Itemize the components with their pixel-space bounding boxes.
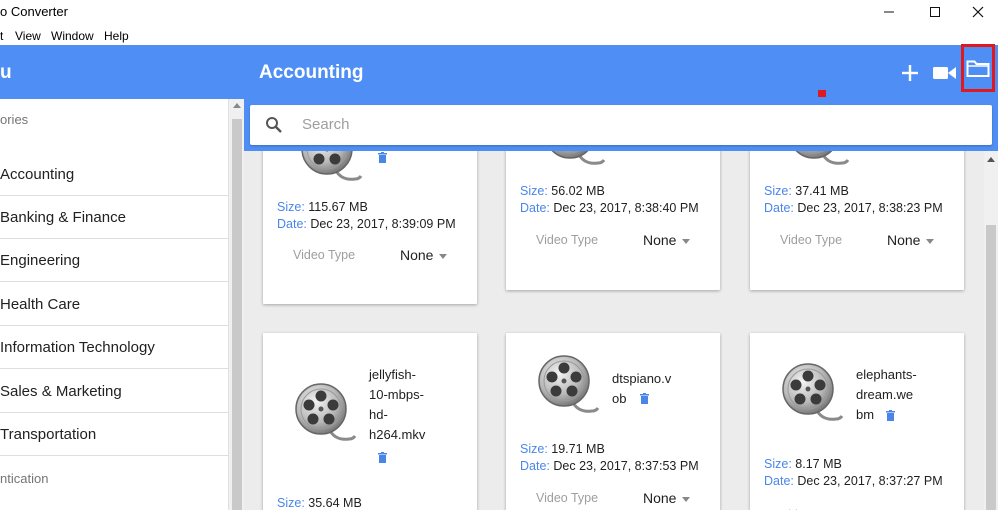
content-scrollbar[interactable] xyxy=(984,151,998,510)
video-card[interactable]: Size: 37.41 MB Date: Dec 23, 2017, 8:38:… xyxy=(750,151,964,290)
delete-icon[interactable] xyxy=(378,452,387,463)
film-reel-icon xyxy=(293,381,357,445)
film-reel-icon xyxy=(536,353,600,417)
delete-icon[interactable] xyxy=(886,410,895,421)
file-name: dtspiano.v ob xyxy=(612,371,672,406)
video-type-select[interactable]: None xyxy=(643,232,691,248)
sidebar-header: u xyxy=(0,45,244,99)
scroll-up-arrow-icon[interactable] xyxy=(987,157,995,162)
minimize-button[interactable] xyxy=(866,0,912,24)
folder-icon xyxy=(966,60,990,77)
dropdown-caret-icon xyxy=(439,253,448,259)
file-date: Date: Dec 23, 2017, 8:37:27 PM xyxy=(764,474,943,488)
sidebar-scroll-thumb[interactable] xyxy=(232,119,242,510)
file-date: Date: Dec 23, 2017, 8:39:09 PM xyxy=(277,217,456,231)
file-date: Date: Dec 23, 2017, 8:37:53 PM xyxy=(520,459,699,473)
maximize-icon xyxy=(930,7,940,17)
video-card[interactable]: Size: 56.02 MB Date: Dec 23, 2017, 8:38:… xyxy=(506,151,720,290)
video-type-label: Video Type xyxy=(536,491,599,505)
menu-bar: t View Window Help xyxy=(0,26,998,45)
file-size: Size: 56.02 MB xyxy=(520,184,605,198)
sidebar-item-sales-marketing[interactable]: Sales & Marketing xyxy=(0,370,228,413)
video-button[interactable] xyxy=(932,59,958,87)
file-size: Size: 37.41 MB xyxy=(764,184,849,198)
sidebar-item-engineering[interactable]: Engineering xyxy=(0,239,228,282)
close-button[interactable] xyxy=(955,0,998,24)
add-button[interactable] xyxy=(899,59,921,87)
menu-help[interactable]: Help xyxy=(104,29,129,43)
sidebar-subheader-categories: ories xyxy=(0,112,29,127)
window-title: o Converter xyxy=(0,4,68,19)
video-type-select[interactable]: None xyxy=(887,232,935,248)
video-type-label: Video Type xyxy=(536,233,599,247)
minimize-icon xyxy=(884,11,894,13)
sidebar-subheader-authentication: ntication xyxy=(0,471,49,486)
cursor-marker xyxy=(818,90,826,97)
video-camera-icon xyxy=(933,67,956,79)
menu-edit[interactable]: t xyxy=(0,29,3,43)
scroll-up-arrow-icon[interactable] xyxy=(233,103,241,108)
file-size: Size: 115.67 MB xyxy=(277,200,368,214)
menu-window[interactable]: Window xyxy=(51,29,94,43)
film-reel-icon xyxy=(780,361,844,425)
file-date: Date: Dec 23, 2017, 8:38:23 PM xyxy=(764,201,943,215)
title-bar: o Converter xyxy=(0,0,998,26)
search-bar[interactable]: Search xyxy=(250,105,992,145)
video-card[interactable]: Size: 115.67 MB Date: Dec 23, 2017, 8:39… xyxy=(263,151,477,304)
file-size: Size: 8.17 MB xyxy=(764,457,842,471)
file-size: Size: 35.64 MB xyxy=(277,496,362,510)
close-icon xyxy=(972,6,984,18)
sidebar-item-accounting[interactable]: Accounting xyxy=(0,153,228,196)
content-scroll-thumb[interactable] xyxy=(986,225,996,510)
film-reel-icon xyxy=(786,151,850,169)
delete-icon[interactable] xyxy=(378,152,387,163)
video-type-select[interactable]: None xyxy=(643,490,691,506)
sidebar-item-banking-finance[interactable]: Banking & Finance xyxy=(0,196,228,239)
video-type-label: Video Type xyxy=(780,233,843,247)
video-card[interactable]: dtspiano.v ob Size: 19.71 MB Date: Dec 2… xyxy=(506,333,720,510)
file-name: elephants- dream.we bm xyxy=(856,367,917,422)
video-card[interactable]: jellyfish- 10-mbps- hd- h264.mkv Size: 3… xyxy=(263,333,477,510)
video-grid: Size: 115.67 MB Date: Dec 23, 2017, 8:39… xyxy=(244,151,984,510)
file-date: Date: Dec 23, 2017, 8:38:40 PM xyxy=(520,201,699,215)
main-header: Accounting Search xyxy=(244,44,998,151)
dropdown-caret-icon xyxy=(926,238,935,244)
video-type-label: Video Type xyxy=(293,248,356,262)
page-title: Accounting xyxy=(259,62,364,83)
open-folder-button[interactable] xyxy=(961,44,995,92)
file-size: Size: 19.71 MB xyxy=(520,442,605,456)
delete-icon[interactable] xyxy=(640,393,649,404)
menu-view[interactable]: View xyxy=(15,29,41,43)
film-reel-icon xyxy=(542,151,606,169)
add-icon xyxy=(902,65,918,81)
sidebar-scrollbar[interactable] xyxy=(228,99,244,510)
search-input[interactable]: Search xyxy=(302,116,350,133)
search-icon xyxy=(266,117,282,133)
sidebar: ories Accounting Banking & Finance Engin… xyxy=(0,99,228,510)
file-name: jellyfish- 10-mbps- hd- h264.mkv xyxy=(369,367,426,442)
video-type-select[interactable]: None xyxy=(400,247,448,263)
sidebar-item-information-technology[interactable]: Information Technology xyxy=(0,326,228,369)
sidebar-title: u xyxy=(0,62,12,83)
dropdown-caret-icon xyxy=(682,238,691,244)
maximize-button[interactable] xyxy=(912,0,958,24)
film-reel-icon xyxy=(299,151,363,185)
sidebar-item-health-care[interactable]: Health Care xyxy=(0,283,228,326)
sidebar-item-transportation[interactable]: Transportation xyxy=(0,413,228,456)
video-card[interactable]: elephants- dream.we bm Size: 8.17 MB Dat… xyxy=(750,333,964,510)
dropdown-caret-icon xyxy=(682,496,691,502)
